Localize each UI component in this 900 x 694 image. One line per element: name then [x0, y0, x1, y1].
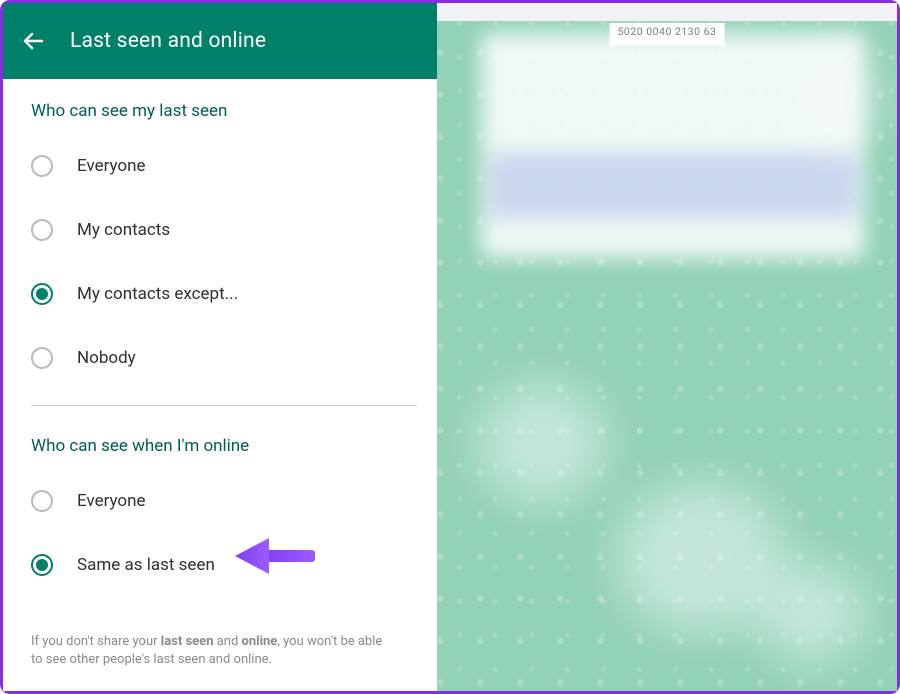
online-option-same-as-last-seen[interactable]: Same as last seen [31, 548, 417, 582]
page-title: Last seen and online [70, 29, 266, 53]
option-label: Everyone [77, 491, 146, 511]
radio-icon [31, 490, 53, 512]
settings-header: Last seen and online [3, 3, 437, 79]
option-label: Nobody [77, 348, 136, 368]
radio-icon [31, 155, 53, 177]
lastseen-option-nobody[interactable]: Nobody [31, 341, 417, 375]
blurred-message-card [481, 33, 865, 258]
online-option-everyone[interactable]: Everyone [31, 484, 417, 518]
online-section-title: Who can see when I'm online [31, 436, 417, 456]
radio-icon [31, 283, 53, 305]
blur-blob [797, 53, 887, 143]
lastseen-option-my-contacts[interactable]: My contacts [31, 213, 417, 247]
lastseen-option-everyone[interactable]: Everyone [31, 149, 417, 183]
option-label: My contacts [77, 220, 170, 240]
privacy-footnote: If you don't share your last seen and on… [31, 633, 417, 669]
top-strip [437, 3, 897, 21]
lastseen-section-title: Who can see my last seen [31, 101, 417, 121]
section-divider [31, 405, 417, 406]
option-label: Everyone [77, 156, 146, 176]
option-label: Same as last seen [77, 555, 215, 575]
option-label: My contacts except... [77, 284, 238, 304]
blur-blob [757, 563, 867, 663]
blur-blob [477, 383, 607, 503]
chat-code-text: 5020 0040 2130 63 [610, 23, 725, 46]
radio-icon [31, 347, 53, 369]
back-arrow-icon[interactable] [21, 29, 45, 53]
settings-panel: Last seen and online Who can see my last… [3, 3, 437, 691]
radio-icon [31, 554, 53, 576]
lastseen-option-my-contacts-except[interactable]: My contacts except... [31, 277, 417, 311]
chat-background-panel: 5020 0040 2130 63 [437, 3, 897, 691]
settings-body: Who can see my last seen Everyone My con… [3, 79, 437, 691]
radio-icon [31, 219, 53, 241]
